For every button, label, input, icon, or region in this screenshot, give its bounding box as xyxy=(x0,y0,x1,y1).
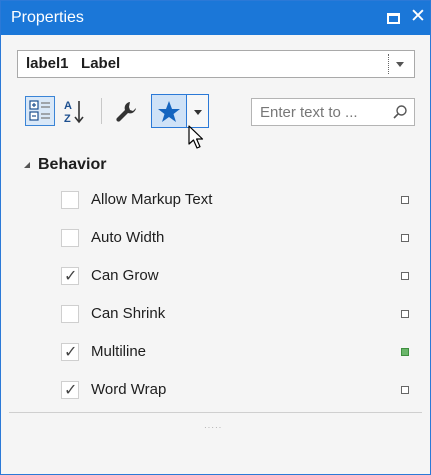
property-name: Allow Markup Text xyxy=(91,191,213,208)
close-icon[interactable]: ✕ xyxy=(410,7,426,27)
property-name: Multiline xyxy=(91,343,147,360)
property-marker[interactable] xyxy=(401,310,409,318)
search-input[interactable]: Enter text to ... xyxy=(251,98,415,126)
svg-text:A: A xyxy=(64,100,72,112)
splitter-grip-icon[interactable]: ····· xyxy=(204,423,222,432)
wrench-icon xyxy=(116,102,136,122)
property-checkbox[interactable] xyxy=(61,305,79,323)
properties-panel: Properties ✕ label1 Label A Z Enter text… xyxy=(0,0,431,475)
favorites-button[interactable] xyxy=(151,94,187,128)
property-checkbox[interactable]: ✓ xyxy=(61,343,79,361)
property-checkbox[interactable] xyxy=(61,229,79,247)
object-selector[interactable]: label1 Label xyxy=(17,50,415,78)
favorites-dropdown-button[interactable] xyxy=(187,94,209,128)
categorized-button[interactable] xyxy=(25,96,55,126)
property-name: Word Wrap xyxy=(91,381,167,398)
alphabetical-button[interactable]: A Z xyxy=(62,96,86,126)
description-splitter[interactable] xyxy=(9,412,422,413)
property-marker[interactable] xyxy=(401,272,409,280)
property-marker[interactable] xyxy=(401,234,409,242)
property-row[interactable]: Can Shrink xyxy=(17,295,417,333)
category-label: Behavior xyxy=(38,156,107,173)
property-name: Can Grow xyxy=(91,267,159,284)
property-row[interactable]: Allow Markup Text xyxy=(17,181,417,219)
property-name: Can Shrink xyxy=(91,305,166,322)
object-selector-divider xyxy=(388,54,389,74)
property-marker-modified[interactable] xyxy=(401,348,409,356)
object-selector-value: label1 Label xyxy=(26,55,121,72)
property-marker[interactable] xyxy=(401,386,409,394)
chevron-down-icon xyxy=(194,110,202,115)
restore-icon[interactable] xyxy=(387,13,400,24)
checkmark-icon: ✓ xyxy=(64,382,78,399)
properties-button[interactable] xyxy=(111,96,141,126)
chevron-down-icon[interactable] xyxy=(396,62,404,67)
property-row[interactable]: ✓ Word Wrap xyxy=(17,371,417,409)
search-placeholder: Enter text to ... xyxy=(260,104,358,121)
toolbar-separator xyxy=(101,98,102,124)
property-checkbox[interactable] xyxy=(61,191,79,209)
category-behavior[interactable]: Behavior xyxy=(17,149,417,181)
search-icon[interactable] xyxy=(392,104,408,120)
checkmark-icon: ✓ xyxy=(64,344,78,361)
panel-title: Properties xyxy=(11,9,84,26)
panel-title-bar[interactable]: Properties ✕ xyxy=(1,1,430,35)
sort-alphabetical-icon: A Z xyxy=(64,100,84,125)
svg-text:Z: Z xyxy=(64,113,71,125)
toolbar: A Z Enter text to ... xyxy=(17,92,417,132)
property-row[interactable]: ✓ Can Grow xyxy=(17,257,417,295)
property-marker[interactable] xyxy=(401,196,409,204)
checkmark-icon: ✓ xyxy=(64,268,78,285)
property-checkbox[interactable]: ✓ xyxy=(61,381,79,399)
property-checkbox[interactable]: ✓ xyxy=(61,267,79,285)
star-icon xyxy=(158,101,180,122)
property-name: Auto Width xyxy=(91,229,165,246)
description-pane xyxy=(9,413,422,466)
property-row[interactable]: ✓ Multiline xyxy=(17,333,417,371)
collapse-icon[interactable] xyxy=(23,161,31,169)
property-row[interactable]: Auto Width xyxy=(17,219,417,257)
categorized-icon xyxy=(29,100,50,121)
